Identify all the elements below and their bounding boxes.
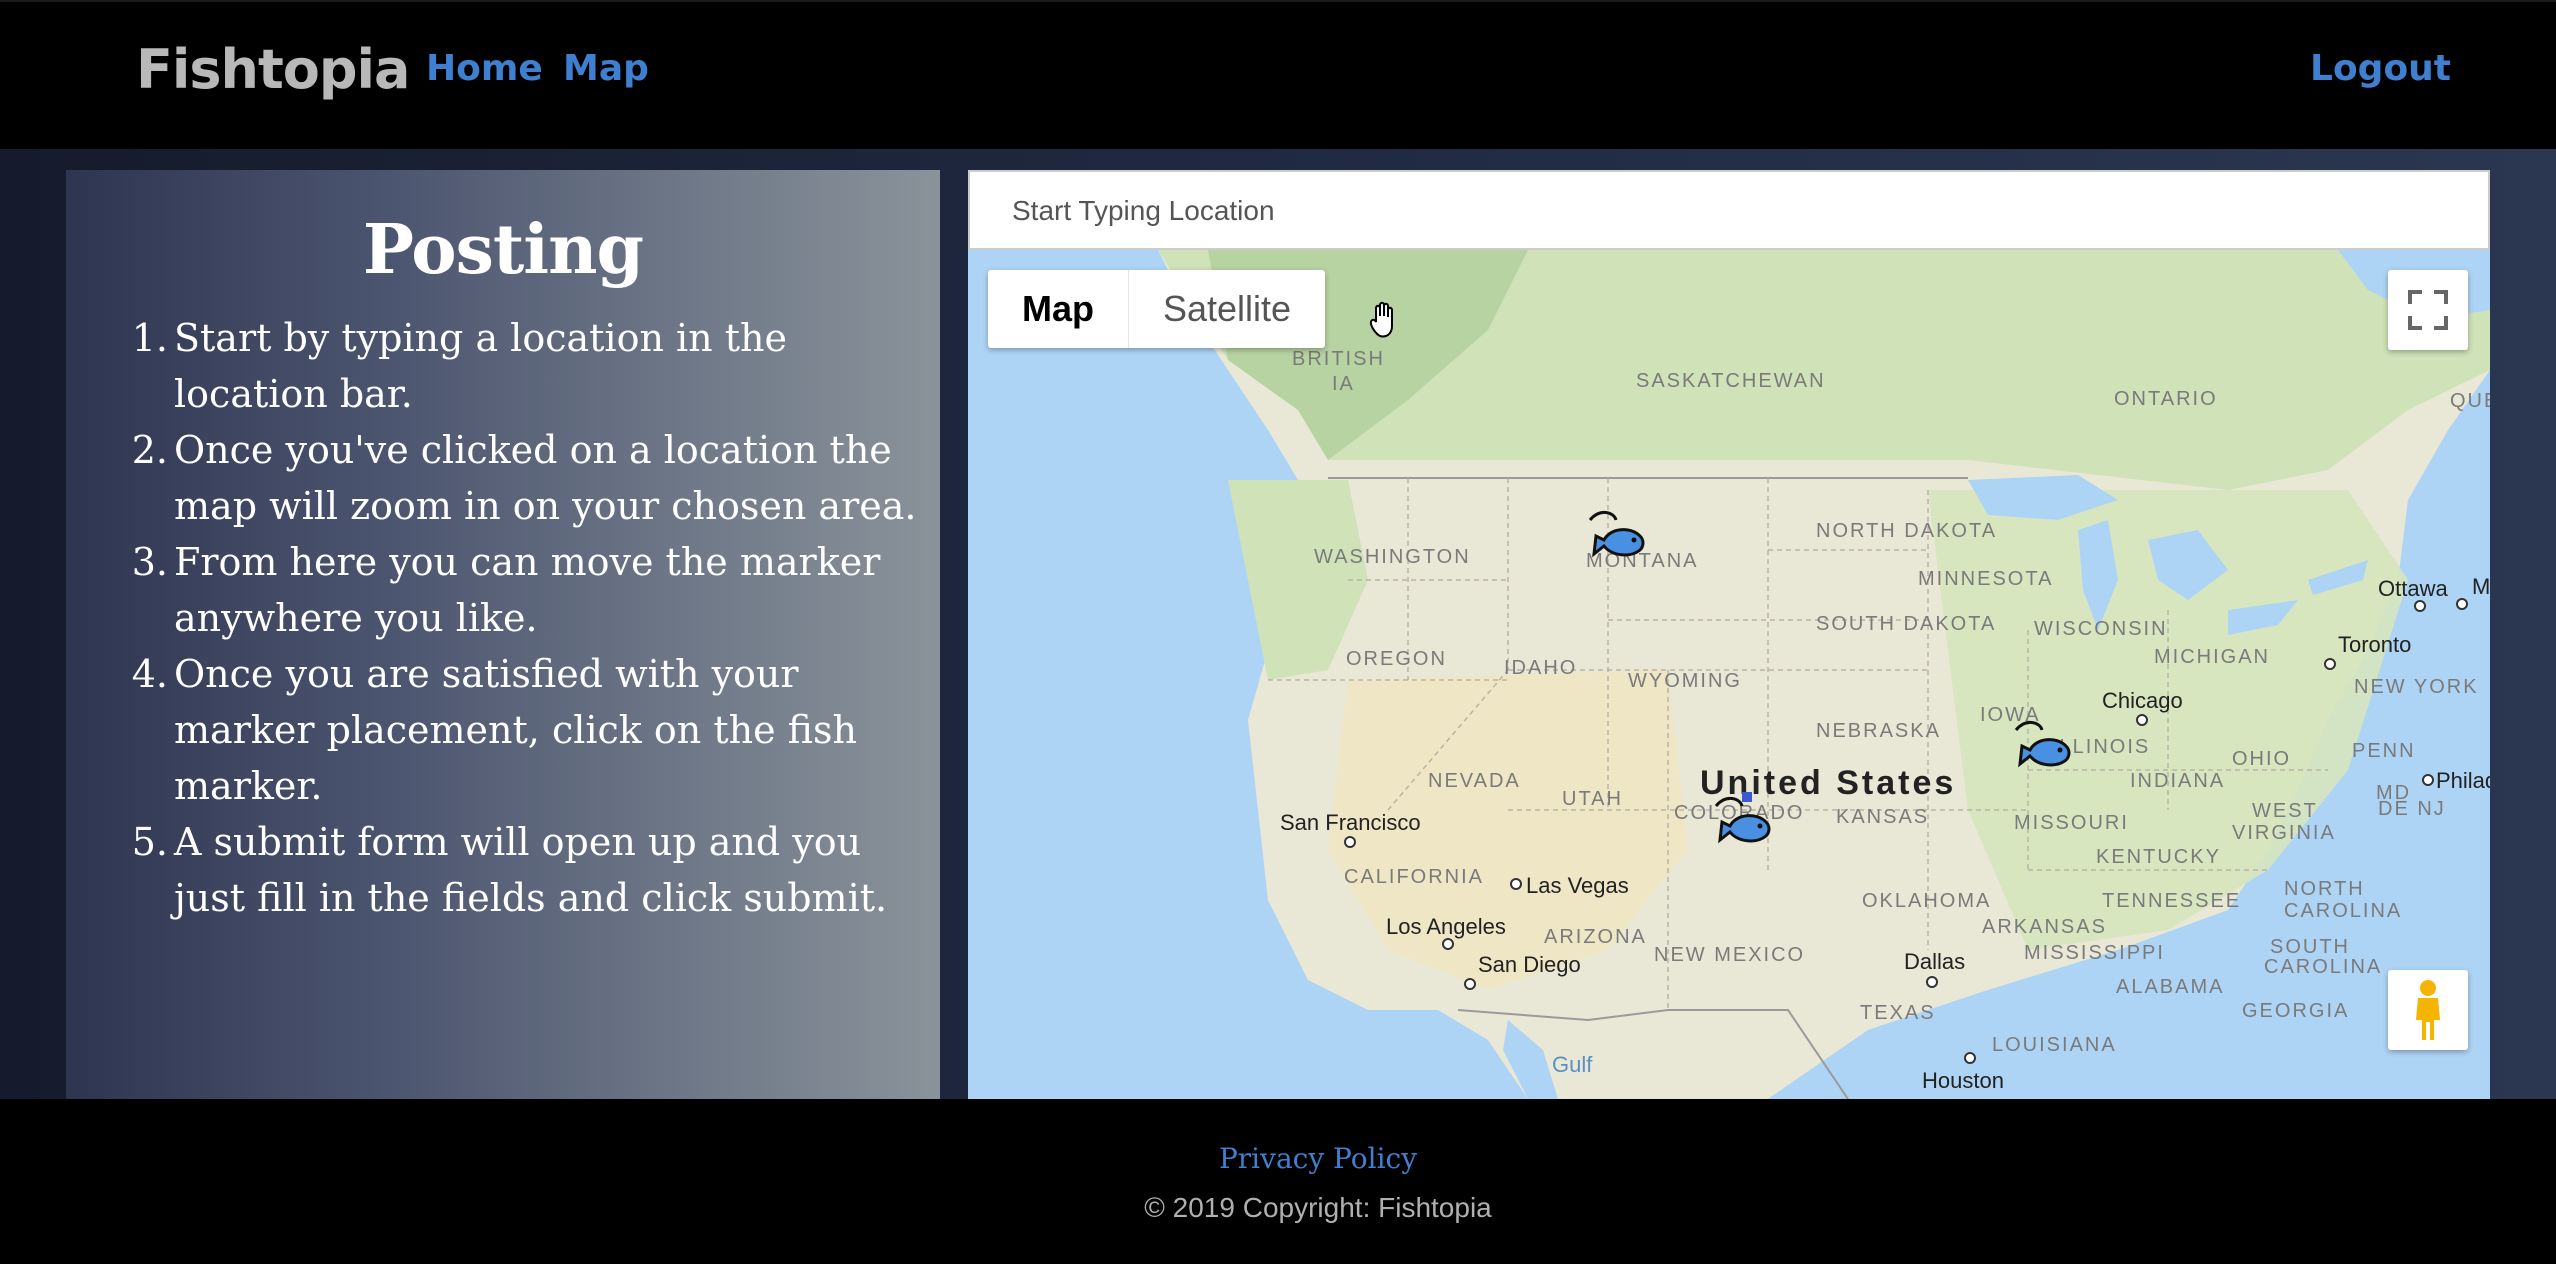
- map-label-state: KENTUCKY: [2096, 846, 2221, 868]
- map-label-city: Chicago: [2102, 688, 2183, 713]
- map-label-state: MINNESOTA: [1918, 568, 2054, 590]
- privacy-policy-link[interactable]: Privacy Policy: [0, 1142, 2556, 1175]
- city-dot: [2136, 714, 2148, 726]
- map-label-state: DE NJ: [2378, 798, 2446, 820]
- fish-marker-icon[interactable]: [1712, 788, 1776, 853]
- map-label-province: QUEB: [2450, 390, 2490, 412]
- panel-title: Posting: [362, 210, 644, 290]
- nav-map-link[interactable]: Map: [563, 48, 649, 89]
- map-label-city: Las Vegas: [1526, 873, 1629, 898]
- city-dot: [1926, 976, 1938, 988]
- map-label-state: MISSISSIPPI: [2024, 942, 2165, 964]
- map-label-state: OHIO: [2232, 748, 2292, 770]
- map-label-state: MICHIGAN: [2154, 646, 2270, 668]
- copyright-text: © 2019 Copyright: Fishtopia: [1144, 1192, 1492, 1223]
- map-container[interactable]: Start Typing Location BRITISH IA SASKATC…: [968, 170, 2490, 1099]
- map-label-province: SASKATCHEWAN: [1636, 370, 1826, 392]
- map-label-state: UTAH: [1562, 788, 1623, 810]
- map-label-state: NEVADA: [1428, 770, 1521, 792]
- map-label-state: VIRGINIA: [2232, 822, 2336, 844]
- fullscreen-button[interactable]: [2388, 270, 2468, 350]
- brand-logo[interactable]: Fishtopia: [136, 38, 410, 101]
- instructions-panel: Posting 1. Start by typing a location in …: [66, 170, 940, 1099]
- city-dot: [1510, 878, 1522, 890]
- map-label-state: LOUISIANA: [1992, 1034, 2117, 1056]
- map-label-province: ONTARIO: [2114, 388, 2218, 410]
- map-label-state: ARIZONA: [1544, 926, 1647, 948]
- top-navbar: Fishtopia Home Map Logout: [0, 0, 2556, 149]
- map-label-state: NEBRASKA: [1816, 720, 1941, 742]
- map-label-state: GEORGIA: [2242, 1000, 2350, 1022]
- street-view-button[interactable]: [2388, 970, 2468, 1050]
- map-label-state: SOUTH DAKOTA: [1816, 613, 1997, 635]
- map-label-state: TEXAS: [1860, 1002, 1936, 1024]
- map-label-state: WISCONSIN: [2034, 618, 2168, 640]
- logout-link[interactable]: Logout: [2310, 48, 2451, 89]
- footer: Privacy Policy © 2019 Copyright: Fishtop…: [0, 1099, 2556, 1264]
- map-label-city: Dallas: [1904, 949, 1966, 974]
- map-label-city: San Diego: [1478, 952, 1581, 977]
- fish-marker-icon[interactable]: [2012, 716, 2076, 777]
- city-dot: [2414, 600, 2426, 612]
- city-dot: [1344, 836, 1356, 848]
- location-search-input[interactable]: Start Typing Location: [968, 170, 2490, 250]
- map-label-state: WYOMING: [1628, 670, 1742, 692]
- pegman-icon: [2416, 980, 2440, 1040]
- map-label-city: Los Angeles: [1386, 914, 1506, 939]
- map-label-state: CAROLINA: [2284, 900, 2403, 922]
- map-label-state: OKLAHOMA: [1862, 890, 1992, 912]
- map-label-state: NORTH: [2284, 878, 2365, 900]
- map-label-state: NEW MEXICO: [1654, 944, 1806, 966]
- map-label-state: NEW YORK: [2354, 676, 2479, 698]
- city-dot: [2422, 774, 2434, 786]
- map-label-state: ALABAMA: [2116, 976, 2225, 998]
- map-label-city: M: [2472, 574, 2490, 599]
- nav-home-link[interactable]: Home: [426, 48, 543, 89]
- map-type-control: Map Satellite: [988, 270, 1326, 348]
- map-label-state: WASHINGTON: [1314, 546, 1471, 568]
- map-label-state: WEST: [2252, 800, 2318, 822]
- city-dot: [1964, 1052, 1976, 1064]
- map-label-state: KANSAS: [1836, 806, 1930, 828]
- map-label-city: Ottawa: [2378, 576, 2448, 601]
- map-label-state: ARKANSAS: [1982, 916, 2107, 938]
- map-type-map-button[interactable]: Map: [988, 270, 1129, 348]
- map-type-satellite-button[interactable]: Satellite: [1129, 270, 1325, 348]
- fullscreen-icon: [2408, 290, 2448, 330]
- map-label-state: CALIFORNIA: [1344, 866, 1485, 888]
- map-label-state: MISSOURI: [2014, 812, 2129, 834]
- map-label-state: INDIANA: [2130, 770, 2226, 792]
- map-label-state: IDAHO: [1504, 657, 1578, 679]
- map-label-province: BRITISH: [1292, 348, 1385, 370]
- steps-list: 1. Start by typing a location in the loca…: [131, 310, 934, 926]
- city-dot: [1442, 938, 1454, 950]
- step-item: 2. Once you've clicked on a location the …: [131, 428, 917, 528]
- city-dot: [2456, 598, 2468, 610]
- step-item: 3. From here you can move the marker anyw…: [131, 540, 881, 640]
- map-label-state: NORTH DAKOTA: [1816, 520, 1998, 542]
- step-item: 5. A submit form will open up and you jus…: [131, 820, 888, 920]
- grab-hand-icon: [1368, 300, 1404, 345]
- map-label-state: OREGON: [1346, 648, 1447, 670]
- city-dot: [1464, 978, 1476, 990]
- map-label-city: Houston: [1922, 1068, 2004, 1093]
- map-label-province: IA: [1332, 373, 1355, 395]
- fish-marker-icon[interactable]: [1586, 506, 1650, 567]
- map-label-water: Gulf: [1552, 1052, 1593, 1077]
- step-item: 4. Once you are satisfied with your marke…: [131, 652, 857, 808]
- map-label-state: TENNESSEE: [2102, 890, 2242, 912]
- map-label-state: PENN: [2352, 740, 2416, 762]
- map-label-state: CAROLINA: [2264, 956, 2383, 978]
- map-label-city: Toronto: [2338, 632, 2412, 657]
- step-item: 1. Start by typing a location in the loca…: [131, 316, 787, 416]
- map-label-city: San Francisco: [1280, 810, 1421, 835]
- city-dot: [2324, 658, 2336, 670]
- map-label-city: Philad: [2436, 768, 2490, 793]
